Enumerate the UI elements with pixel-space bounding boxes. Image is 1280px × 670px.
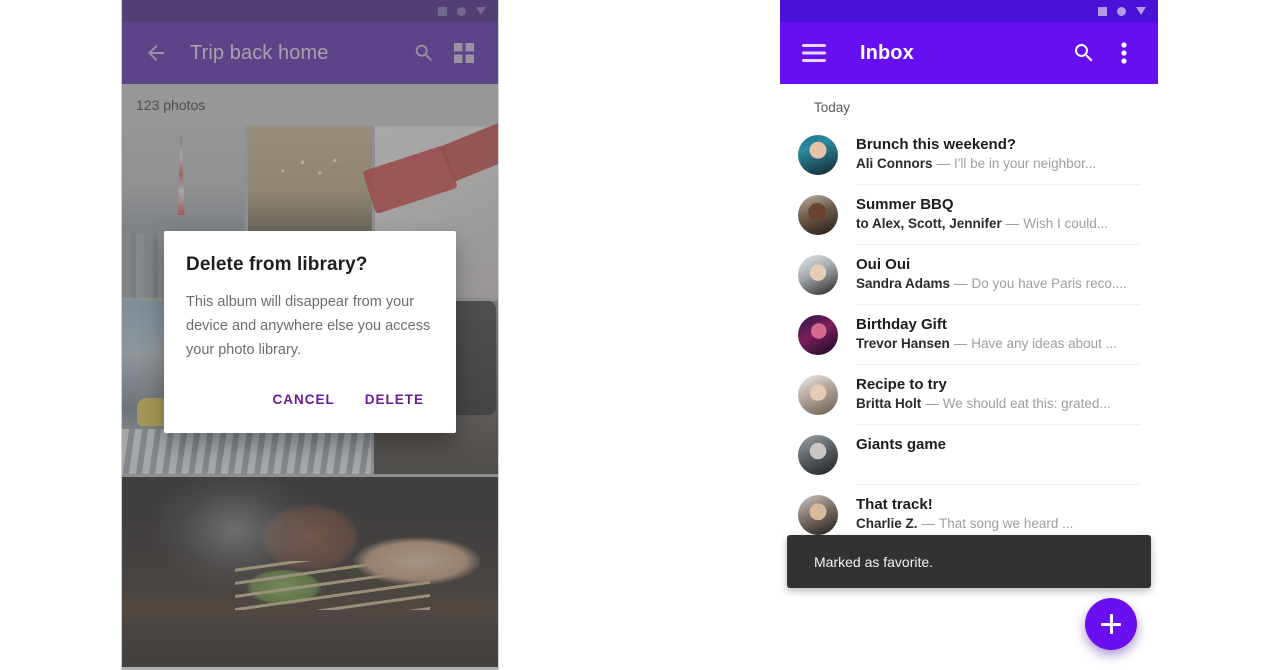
mail-subject: Recipe to try — [856, 376, 947, 393]
avatar[interactable] — [798, 135, 838, 175]
list-item-content: Giants game — [856, 425, 1140, 485]
photos-app-phone: Trip back home 123 photos — [122, 0, 498, 670]
mail-subject: Summer BBQ — [856, 196, 954, 213]
status-bar-right — [780, 0, 1158, 22]
separator-dash: — — [1005, 216, 1020, 231]
triangle-down-icon — [1136, 7, 1146, 15]
mail-subject: Brunch this weekend? — [856, 136, 1017, 153]
list-item-content: Oui Oui Sandra Adams — Do you have Paris r… — [856, 245, 1140, 305]
mail-preview: Trevor Hansen — Have any ideas about ... — [856, 336, 1140, 351]
section-label-today: Today — [814, 100, 851, 115]
mail-sender: Sandra Adams — [856, 276, 951, 291]
square-icon — [1098, 6, 1107, 16]
mail-snippet: Wish I could... — [1023, 216, 1109, 231]
mail-sender: Trevor Hansen — [856, 336, 950, 351]
mail-preview: Ali Connors — I'll be in your neighbor... — [856, 156, 1140, 171]
avatar[interactable] — [798, 375, 838, 415]
list-item-content: Summer BBQ to Alex, Scott, Jennifer — Wish… — [856, 185, 1140, 245]
mail-preview: Britta Holt — We should eat this: grated..… — [856, 396, 1140, 411]
list-item[interactable]: Oui Oui Sandra Adams — Do you have Paris r… — [780, 245, 1158, 305]
mail-snippet: I'll be in your neighbor... — [954, 156, 1097, 171]
dialog-title: Delete from library? — [186, 254, 368, 275]
delete-button[interactable]: DELETE — [355, 384, 434, 415]
separator-dash: — — [925, 396, 939, 411]
separator-dash: — — [954, 276, 968, 291]
avatar[interactable] — [798, 435, 838, 475]
mail-snippet: Have any ideas about ... — [971, 336, 1117, 351]
list-item[interactable]: Recipe to try Britta Holt — We should eat … — [780, 365, 1158, 425]
list-item-content: Birthday Gift Trevor Hansen — Have any ide… — [856, 305, 1140, 365]
list-item[interactable]: Giants game — [780, 425, 1158, 485]
avatar[interactable] — [798, 315, 838, 355]
mail-subject: Birthday Gift — [856, 316, 947, 333]
mail-subject: That track! — [856, 496, 933, 513]
avatar[interactable] — [798, 195, 838, 235]
list-item[interactable]: Brunch this weekend? Ali Connors — I'll be… — [780, 125, 1158, 185]
more-vert-icon[interactable] — [1104, 33, 1144, 73]
mail-preview: Sandra Adams — Do you have Paris reco.... — [856, 276, 1140, 291]
mail-list: Brunch this weekend? Ali Connors — I'll be… — [780, 125, 1158, 545]
mail-snippet: Do you have Paris reco.... — [971, 276, 1127, 291]
mail-snippet: We should eat this: grated... — [942, 396, 1111, 411]
mail-sender: to Alex, Scott, Jennifer — [856, 216, 1002, 231]
list-item-content: Brunch this weekend? Ali Connors — I'll be… — [856, 125, 1140, 185]
mail-preview — [856, 456, 1140, 471]
avatar[interactable] — [798, 495, 838, 535]
separator-dash: — — [921, 516, 936, 531]
compose-fab-button[interactable] — [1085, 598, 1137, 650]
mail-preview: to Alex, Scott, Jennifer — Wish I could... — [856, 216, 1140, 231]
list-item[interactable]: Summer BBQ to Alex, Scott, Jennifer — Wish… — [780, 185, 1158, 245]
hamburger-menu-icon[interactable] — [794, 33, 834, 73]
dialog-body: This album will disappear from your devi… — [186, 294, 431, 358]
mail-subject: Oui Oui — [856, 256, 911, 273]
separator-dash: — — [953, 336, 968, 351]
avatar[interactable] — [798, 255, 838, 295]
mail-sender: Charlie Z. — [856, 516, 918, 531]
snackbar: Marked as favorite. — [787, 535, 1151, 588]
delete-dialog: Delete from library? This album will dis… — [164, 231, 456, 433]
list-item[interactable]: Birthday Gift Trevor Hansen — Have any ide… — [780, 305, 1158, 365]
cancel-button[interactable]: CANCEL — [262, 384, 344, 415]
search-icon[interactable] — [1064, 33, 1104, 73]
mail-subject: Giants game — [856, 436, 947, 453]
circle-icon — [1117, 6, 1126, 16]
inbox-app-bar: Inbox — [780, 22, 1158, 84]
mail-sender: Britta Holt — [856, 396, 922, 411]
inbox-title: Inbox — [860, 41, 914, 64]
list-item-content: Recipe to try Britta Holt — We should eat … — [856, 365, 1140, 425]
mail-sender: Ali Connors — [856, 156, 933, 171]
plus-icon — [1101, 614, 1121, 634]
mail-preview: Charlie Z. — That song we heard ... — [856, 516, 1140, 531]
dialog-actions: CANCEL DELETE — [186, 384, 434, 425]
snackbar-message: Marked as favorite. — [814, 553, 934, 570]
inbox-app-phone: Inbox Today Brunch this weekend? Ali Con… — [780, 0, 1158, 670]
mail-snippet: That song we heard ... — [939, 516, 1074, 531]
separator-dash: — — [936, 156, 951, 171]
